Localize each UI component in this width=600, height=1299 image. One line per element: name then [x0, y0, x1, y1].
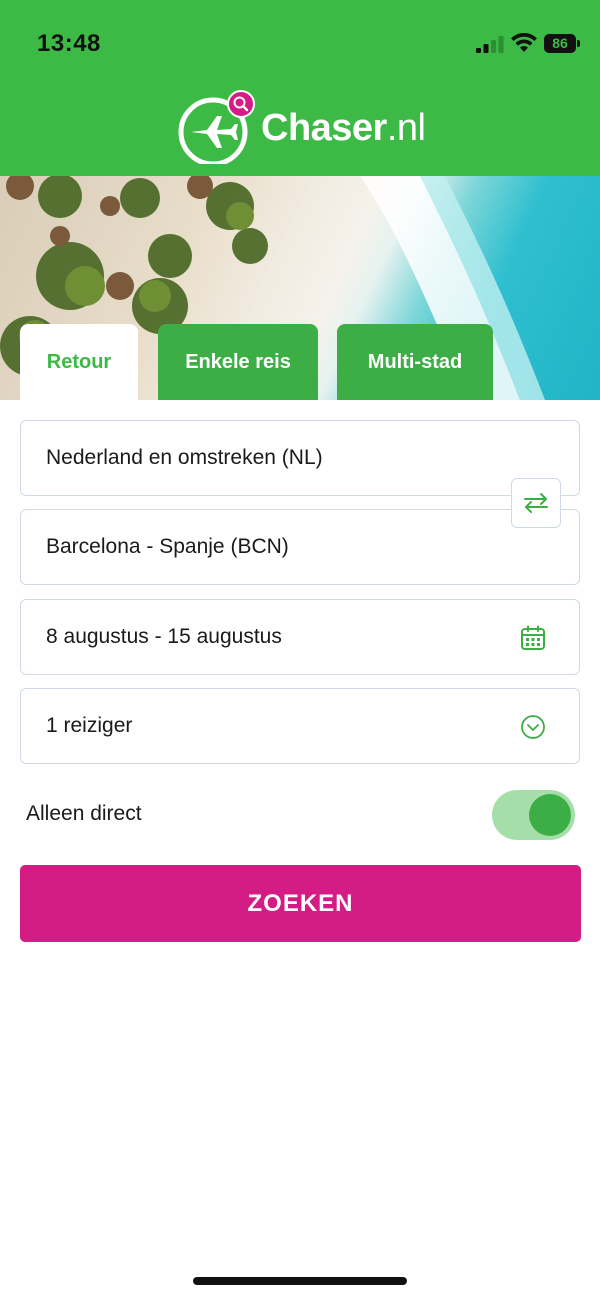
chevron-down-icon: [521, 715, 545, 739]
tab-multi-stad[interactable]: Multi-stad: [337, 324, 493, 400]
signal-icon: [476, 36, 504, 53]
tab-enkele-reis[interactable]: Enkele reis: [158, 324, 318, 400]
travelers-field[interactable]: 1 reiziger: [20, 688, 580, 764]
origin-field[interactable]: Nederland en omstreken (NL): [20, 420, 580, 496]
swap-icon: [524, 493, 548, 513]
tab-retour[interactable]: Retour: [20, 324, 138, 400]
origin-value: Nederland en omstreken (NL): [46, 446, 323, 469]
status-time: 13:48: [37, 30, 101, 57]
wifi-icon: [511, 33, 537, 52]
search-icon: [227, 90, 255, 118]
battery-icon: 86: [544, 34, 580, 53]
airplane-logo-icon: [177, 90, 255, 167]
calendar-icon: [521, 625, 545, 650]
app-header: 13:48 86 Chaser.nl: [0, 0, 600, 176]
destination-field[interactable]: Barcelona - Spanje (BCN): [20, 509, 580, 585]
brand-name: Chaser.nl: [261, 106, 426, 149]
direct-only-toggle[interactable]: [492, 790, 575, 840]
home-indicator[interactable]: [193, 1277, 407, 1285]
battery-level: 86: [544, 34, 576, 53]
toggle-knob: [529, 794, 571, 836]
travelers-value: 1 reiziger: [46, 714, 133, 737]
trip-type-tabs: Retour Enkele reis Multi-stad: [20, 324, 493, 400]
status-bar: 13:48 86: [0, 0, 600, 88]
swap-button[interactable]: [511, 478, 561, 528]
dates-field[interactable]: 8 augustus - 15 augustus: [20, 599, 580, 675]
dates-value: 8 augustus - 15 augustus: [46, 625, 282, 648]
search-button[interactable]: ZOEKEN: [20, 865, 581, 942]
destination-value: Barcelona - Spanje (BCN): [46, 535, 289, 558]
brand-logo: Chaser.nl: [177, 90, 426, 167]
direct-only-label: Alleen direct: [26, 802, 142, 825]
